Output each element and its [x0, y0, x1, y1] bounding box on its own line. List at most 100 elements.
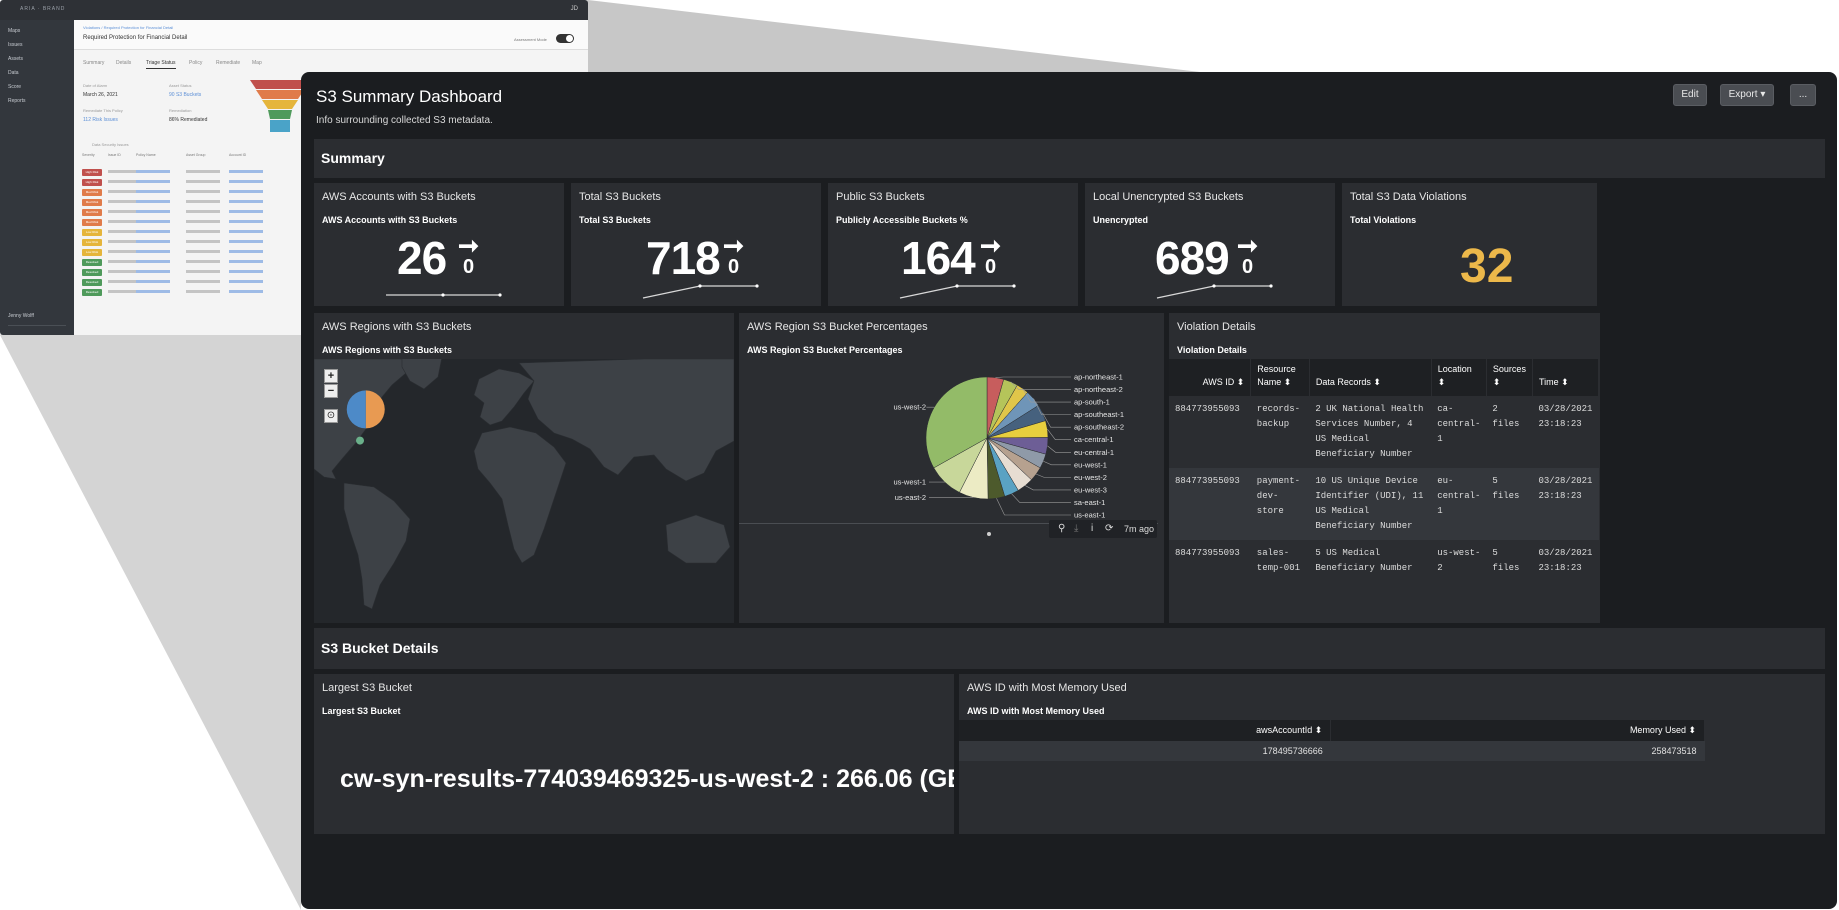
bg-table-row[interactable]: High Risk: [82, 178, 312, 187]
bg-table-cell[interactable]: [229, 220, 263, 223]
table-row[interactable]: 884773955093 payment-dev-store 10 US Uni…: [1169, 468, 1599, 540]
world-map[interactable]: + − ⊙: [314, 356, 734, 623]
export-button[interactable]: Export ▾: [1720, 84, 1774, 106]
bg-table-cell[interactable]: [136, 210, 170, 213]
refresh-icon[interactable]: ⟳: [1105, 523, 1113, 534]
reset-view-icon[interactable]: ⊙: [324, 409, 338, 423]
bg-tab[interactable]: Summary: [83, 60, 104, 66]
bg-table-cell[interactable]: [136, 280, 170, 283]
bg-user-menu[interactable]: JD: [571, 6, 578, 12]
bg-breadcrumb[interactable]: Violations / Required Protection for Fin…: [83, 25, 173, 30]
bg-table-cell[interactable]: [229, 200, 263, 203]
bg-table-cell[interactable]: [136, 180, 170, 183]
bg-table-cell[interactable]: [136, 290, 170, 293]
bg-table-cell[interactable]: [229, 280, 263, 283]
table-row[interactable]: 884773955093 records-backup 2 UK Nationa…: [1169, 396, 1599, 468]
edit-button[interactable]: Edit: [1673, 84, 1707, 106]
column-header-resource[interactable]: Resource Name ⬍: [1250, 359, 1310, 396]
pie-label: ap-south-1: [1074, 398, 1110, 407]
column-header-time[interactable]: Time ⬍: [1532, 359, 1600, 396]
bg-table-row[interactable]: Resolved: [82, 288, 312, 297]
bg-table-cell[interactable]: [229, 240, 263, 243]
zoom-out-button[interactable]: −: [324, 384, 338, 398]
bg-table-cell[interactable]: [229, 290, 263, 293]
bg-table-cell[interactable]: [229, 230, 263, 233]
bg-nav-item[interactable]: Score: [8, 84, 21, 90]
bg-table-cell[interactable]: [136, 220, 170, 223]
summary-section-header: Summary: [314, 139, 1825, 178]
pie-label: sa-east-1: [1074, 498, 1105, 507]
bg-table-row[interactable]: Med Risk: [82, 218, 312, 227]
bg-nav-item[interactable]: Reports: [8, 98, 26, 104]
bg-table-cell[interactable]: [136, 250, 170, 253]
single-value-panel-violations[interactable]: Total S3 Data Violations Total Violation…: [1342, 183, 1597, 306]
column-header-memory[interactable]: Memory Used ⬍: [1330, 720, 1705, 741]
bg-table-row[interactable]: Med Risk: [82, 198, 312, 207]
column-header-sources[interactable]: Sources ⬍: [1486, 359, 1533, 396]
bg-table-cell[interactable]: [229, 170, 263, 173]
cell-aws-id: 884773955093: [1169, 540, 1251, 582]
bg-tab[interactable]: Policy: [189, 60, 202, 66]
pie-label: eu-west-3: [1074, 485, 1107, 494]
bg-severity-badge: High Risk: [82, 179, 102, 186]
bg-table-row[interactable]: Low Risk: [82, 228, 312, 237]
map-marker[interactable]: [356, 436, 364, 445]
pie-chart[interactable]: ap-northeast-1 ap-northeast-2 ap-south-1 ap…: [739, 359, 1164, 525]
bg-table-row[interactable]: High Risk: [82, 168, 312, 177]
map-europe: [473, 368, 535, 426]
bg-stat-value[interactable]: 90 S3 Buckets: [169, 92, 201, 98]
bg-tab[interactable]: Details: [116, 60, 131, 66]
bg-table-cell[interactable]: [229, 260, 263, 263]
bg-table-cell[interactable]: [136, 170, 170, 173]
bg-table-cell[interactable]: [136, 190, 170, 193]
download-icon[interactable]: ⤓: [1074, 523, 1078, 534]
bg-nav-item[interactable]: Maps: [8, 28, 20, 34]
bg-table-row[interactable]: Med Risk: [82, 188, 312, 197]
bg-nav-item[interactable]: Issues: [8, 42, 22, 48]
single-value-panel-accounts[interactable]: AWS Accounts with S3 Buckets AWS Account…: [314, 183, 564, 306]
info-icon[interactable]: i: [1091, 523, 1093, 534]
bg-user-name[interactable]: Jenny Wolff: [8, 313, 34, 319]
single-value-panel-unencrypted[interactable]: Local Unencrypted S3 Buckets Unencrypted…: [1085, 183, 1335, 306]
bg-table-row[interactable]: Low Risk: [82, 248, 312, 257]
bg-stat-value[interactable]: 112 Risk Issues: [83, 117, 118, 123]
pager-dot[interactable]: [987, 532, 991, 536]
bg-table-cell[interactable]: [229, 210, 263, 213]
bg-table-cell[interactable]: [229, 190, 263, 193]
bg-severity-badge: Low Risk: [82, 239, 102, 246]
bg-table-cell[interactable]: [136, 270, 170, 273]
bg-sidebar: Maps Issues Assets Data Score Reports Je…: [0, 20, 74, 335]
bg-tab[interactable]: Remediate: [216, 60, 240, 66]
bg-table-row[interactable]: Low Risk: [82, 238, 312, 247]
column-header-aws-id[interactable]: AWS ID ⬍: [1169, 359, 1252, 396]
bg-table-row[interactable]: Resolved: [82, 268, 312, 277]
single-value-panel-total-buckets[interactable]: Total S3 Buckets Total S3 Buckets 718 ➞ …: [571, 183, 821, 306]
bg-table-cell[interactable]: [229, 250, 263, 253]
bg-table-header: Issue ID: [108, 153, 121, 157]
bg-table-row[interactable]: Resolved: [82, 278, 312, 287]
bg-table-cell[interactable]: [136, 260, 170, 263]
bg-table-row[interactable]: Med Risk: [82, 208, 312, 217]
bg-tab[interactable]: Map: [252, 60, 262, 66]
bg-nav-item[interactable]: Data: [8, 70, 19, 76]
bg-table-row[interactable]: Resolved: [82, 258, 312, 267]
bg-table-cell[interactable]: [136, 200, 170, 203]
zoom-in-button[interactable]: +: [324, 369, 338, 383]
bg-toggle-switch[interactable]: [556, 34, 574, 43]
bg-table-cell[interactable]: [136, 240, 170, 243]
column-header-location[interactable]: Location ⬍: [1431, 359, 1487, 396]
table-row[interactable]: 178495736666 258473518: [959, 741, 1705, 761]
column-header-account[interactable]: awsAccountId ⬍: [959, 720, 1332, 741]
bg-table-cell: [186, 270, 220, 273]
column-header-records[interactable]: Data Records ⬍: [1309, 359, 1432, 396]
bg-nav-item[interactable]: Assets: [8, 56, 23, 62]
table-row[interactable]: 884773955093 sales-temp-001 5 US Medical…: [1169, 540, 1599, 582]
more-actions-button[interactable]: ...: [1790, 84, 1816, 106]
bg-table-cell[interactable]: [229, 180, 263, 183]
search-icon[interactable]: ⚲: [1058, 523, 1065, 534]
single-value-panel-public-buckets[interactable]: Public S3 Buckets Publicly Accessible Bu…: [828, 183, 1078, 306]
bg-table-cell[interactable]: [136, 230, 170, 233]
bg-tab-active[interactable]: Triage Status: [146, 60, 176, 69]
bg-table-cell[interactable]: [229, 270, 263, 273]
pie-leader-line: [1036, 473, 1071, 478]
